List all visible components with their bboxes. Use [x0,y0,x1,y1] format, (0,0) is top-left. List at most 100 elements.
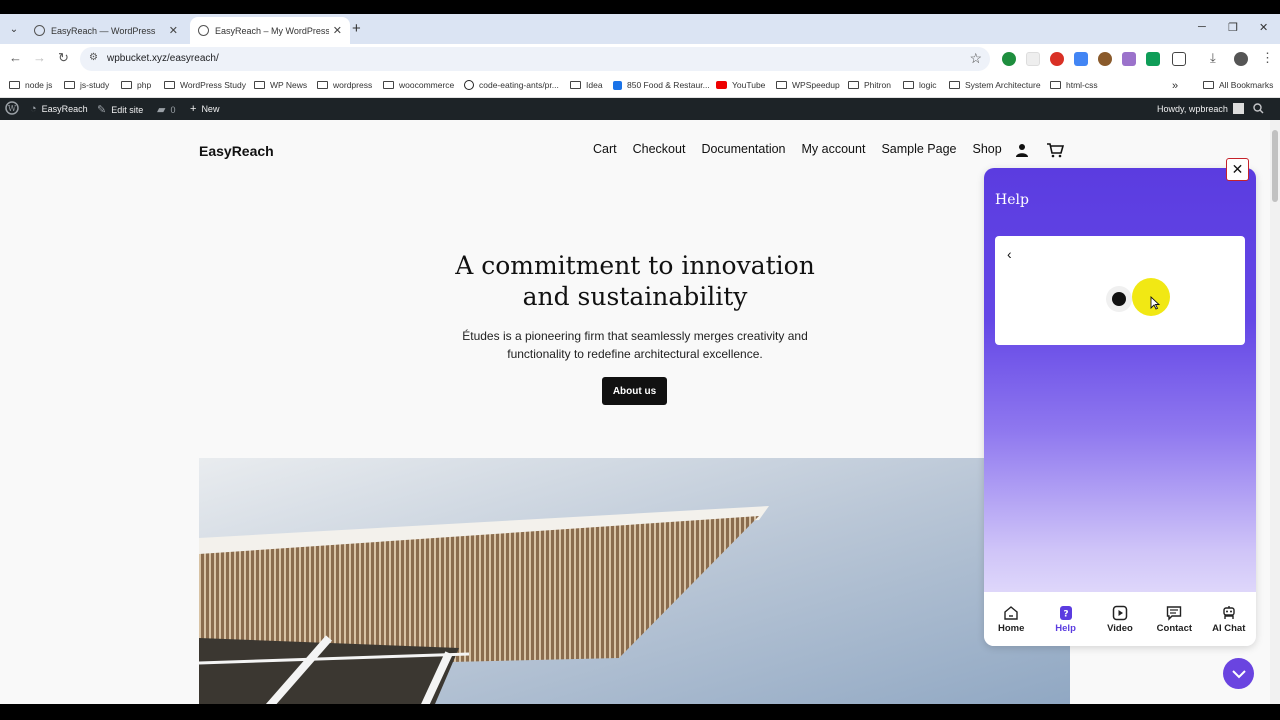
minimize-icon[interactable]: ─ [1198,21,1206,33]
site-info-icon[interactable]: ⚙ [89,52,98,63]
bookmark-folder[interactable]: Phitron [848,80,891,90]
tab-close-icon[interactable]: ✕ [333,24,342,37]
extension-color-icon[interactable] [1050,52,1064,66]
bookmark-link[interactable]: YouTube [716,80,765,90]
extension-grammarly-icon[interactable] [1002,52,1016,66]
bookmark-label: WordPress Study [180,80,246,90]
bookmark-link[interactable]: 850 Food & Restaur... [613,80,710,90]
bookmark-star-icon[interactable]: ☆ [969,50,982,67]
home-icon [1004,605,1018,620]
wordpress-logo-icon[interactable]: W [5,101,19,115]
bookmarks-overflow-icon[interactable]: » [1172,80,1178,92]
tab-strip: ⌄ EasyReach — WordPress ✕ EasyReach – My… [0,14,1280,44]
bookmark-folder[interactable]: System Architecture [949,80,1041,90]
folder-icon [949,81,960,89]
bookmark-folder[interactable]: node js [9,80,52,90]
widget-tab-label: Help [1055,622,1076,634]
extension-icon[interactable] [1026,52,1040,66]
window-close-icon[interactable]: ✕ [1259,21,1268,34]
url-text: wpbucket.xyz/easyreach/ [107,53,219,64]
widget-tab-label: AI Chat [1212,622,1246,634]
bookmark-folder[interactable]: WordPress Study [164,80,246,90]
bookmark-label: Idea [586,80,603,90]
bookmark-folder[interactable]: html-css [1050,80,1098,90]
screen-bottom-bar [0,704,1280,720]
cart-icon[interactable] [1046,142,1064,158]
nav-documentation[interactable]: Documentation [701,142,785,156]
bookmark-folder[interactable]: php [121,80,151,90]
extension-icon[interactable] [1146,52,1160,66]
tab-title: EasyReach – My WordPress Blo [215,25,329,36]
bookmark-folder[interactable]: WPSpeedup [776,80,840,90]
tab-search-icon[interactable]: ⌄ [6,22,22,38]
bookmark-folder[interactable]: wordpress [317,80,372,90]
nav-checkout[interactable]: Checkout [633,142,686,156]
widget-toggle-button[interactable] [1223,658,1254,689]
extensions-puzzle-icon[interactable] [1172,52,1186,66]
tab-close-icon[interactable]: ✕ [169,24,178,37]
reload-icon[interactable]: ↻ [58,50,69,66]
nav-cart[interactable]: Cart [593,142,617,156]
browser-window: ⌄ EasyReach — WordPress ✕ EasyReach – My… [0,14,1280,704]
ai-chat-icon [1223,605,1235,619]
contact-icon [1167,605,1182,621]
folder-icon [9,81,20,89]
tab-easyreach-site[interactable]: EasyReach – My WordPress Blo ✕ [190,17,350,44]
forward-icon[interactable]: → [33,50,46,65]
folder-icon [317,81,328,89]
about-us-button[interactable]: About us [602,377,667,405]
admin-site-link[interactable]: ◔ EasyReach [30,103,88,115]
admin-new[interactable]: + New [190,103,219,115]
restore-icon[interactable]: ❐ [1228,21,1238,34]
nav-my-account[interactable]: My account [802,142,866,156]
widget-tab-ai-chat[interactable]: AI Chat [1203,605,1255,634]
site-title[interactable]: EasyReach [199,143,274,159]
folder-icon [1050,81,1061,89]
widget-tab-help[interactable]: ? Help [1040,605,1092,634]
nav-sample-page[interactable]: Sample Page [881,142,956,156]
bookmark-folder[interactable]: js-study [64,80,109,90]
extension-icon[interactable] [1122,52,1136,66]
profile-avatar[interactable] [1234,52,1248,66]
bookmark-label: WPSpeedup [792,80,840,90]
widget-tab-contact[interactable]: Contact [1148,605,1200,634]
admin-search-icon[interactable] [1253,103,1264,114]
new-tab-icon[interactable]: + [352,20,361,37]
bookmark-folder[interactable]: WP News [254,80,307,90]
nav-shop[interactable]: Shop [973,142,1002,156]
address-bar[interactable]: ⚙ wpbucket.xyz/easyreach/ ☆ [80,47,990,71]
bookmark-folder[interactable]: woocommerce [383,80,454,90]
widget-tab-video[interactable]: Video [1094,605,1146,634]
tab-wordpress-admin[interactable]: EasyReach — WordPress ✕ [26,17,186,44]
bookmark-folder[interactable]: logic [903,80,936,90]
all-bookmarks[interactable]: All Bookmarks [1203,80,1273,90]
extension-icon[interactable] [1098,52,1112,66]
admin-comments[interactable]: ▰ 0 [157,103,175,116]
loading-spinner-icon [1106,286,1132,312]
extension-icon[interactable] [1074,52,1088,66]
folder-icon [64,81,75,89]
plus-icon: + [190,103,197,115]
bookmark-folder[interactable]: Idea [570,80,603,90]
download-icon[interactable]: ⤓ [1210,50,1216,66]
youtube-icon [716,81,727,89]
github-icon [464,80,474,90]
svg-text:W: W [8,104,17,113]
widget-bottom-nav: Home ? Help Video Contact AI Chat [984,592,1256,646]
user-account-icon[interactable] [1015,143,1029,157]
admin-edit-site[interactable]: ✎ Edit site [97,103,143,116]
widget-tab-home[interactable]: Home [985,605,1037,634]
avatar [1232,103,1244,114]
bookmark-label: logic [919,80,937,90]
help-icon: ? [1059,605,1072,620]
widget-close-button[interactable]: ✕ [1226,158,1249,181]
back-icon[interactable]: ← [9,50,22,65]
page-scrollbar[interactable] [1270,120,1280,704]
scrollbar-thumb[interactable] [1272,130,1278,202]
widget-tab-label: Contact [1156,622,1193,634]
back-chevron-icon[interactable]: ‹ [1007,246,1012,262]
brush-icon: ✎ [97,104,107,116]
bookmark-link[interactable]: code-eating-ants/pr... [464,80,559,90]
admin-account[interactable]: Howdy, wpbreach [1157,103,1244,114]
browser-menu-icon[interactable]: ⋮ [1261,50,1274,66]
